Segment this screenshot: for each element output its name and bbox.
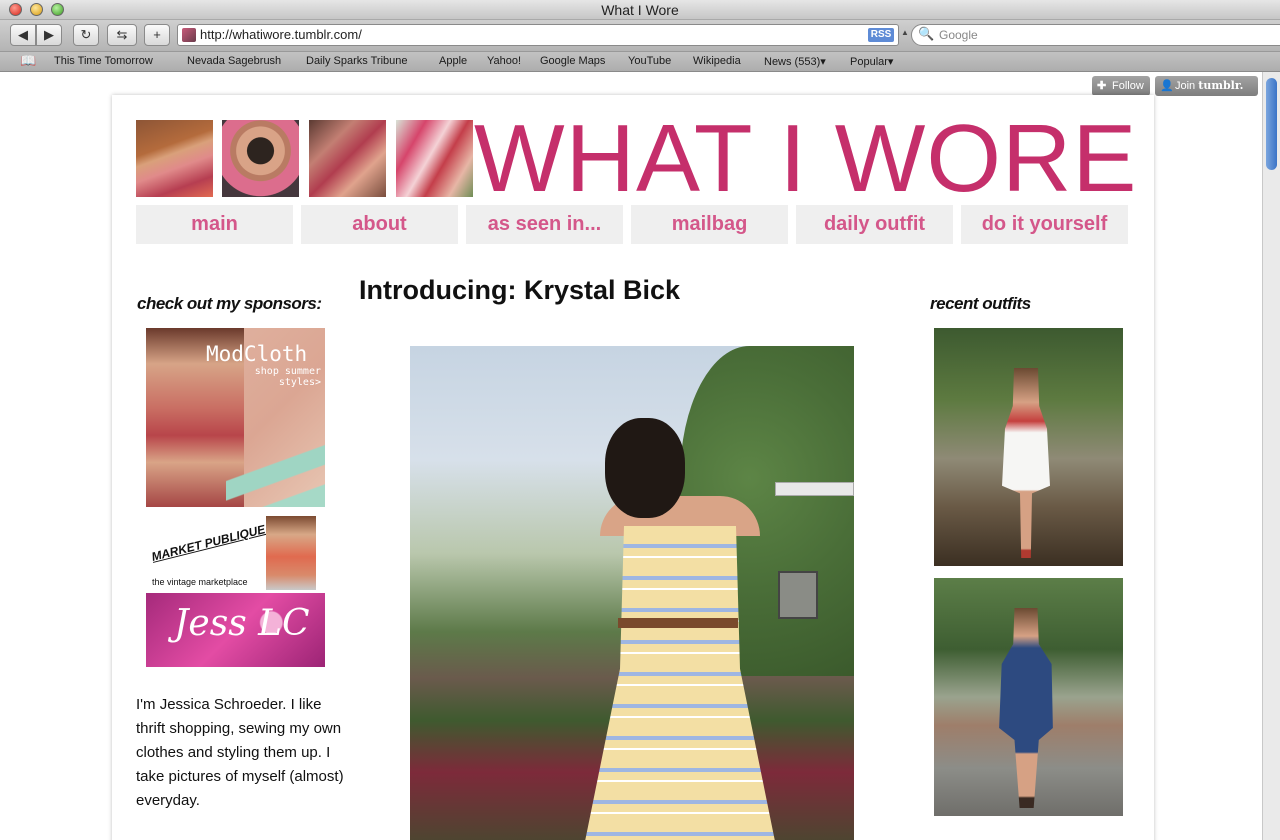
bookmarks-bar: 📖 This Time Tomorrow Nevada Sagebrush Da… [0, 52, 1280, 72]
market-publique-tagline: the vintage marketplace [152, 577, 248, 587]
recent-outfit-thumbnail[interactable] [934, 328, 1123, 566]
recent-outfit-thumbnail[interactable] [934, 578, 1123, 816]
snapback-icon: ⇆ [116, 27, 128, 42]
bookmark-popular[interactable]: Popular▾ [850, 55, 893, 68]
nav-daily-outfit[interactable]: daily outfit [796, 205, 953, 244]
modcloth-tagline: shop summer styles> [254, 366, 321, 388]
nav-about[interactable]: about [301, 205, 458, 244]
rss-button[interactable]: RSS [868, 28, 894, 42]
search-icon: 🔍 [918, 26, 935, 41]
bookmark-this-time-tomorrow[interactable]: This Time Tomorrow [54, 55, 153, 67]
join-label: Join [1175, 80, 1196, 92]
chevron-down-icon: ▾ [887, 56, 894, 68]
bookmark-apple[interactable]: Apple [439, 55, 467, 67]
tumblr-brand: tumblr. [1198, 79, 1244, 92]
add-bookmark-button[interactable]: + [144, 24, 170, 46]
forward-arrow-icon: ▶ [44, 27, 54, 42]
follow-label: Follow [1112, 80, 1144, 92]
photo-belt [618, 618, 738, 628]
bookmark-yahoo[interactable]: Yahoo! [487, 55, 521, 67]
recent-outfits-heading: recent outfits [930, 294, 1031, 313]
photo-model-head [605, 418, 685, 518]
snapback-button[interactable]: ⇆ [107, 24, 137, 46]
plus-icon: + [153, 27, 161, 42]
search-placeholder: Google [939, 28, 978, 42]
search-field[interactable]: 🔍 Google [911, 24, 1280, 46]
header-photo-sunglasses [222, 120, 299, 197]
forward-button[interactable]: ▶ [36, 24, 62, 46]
chevron-down-icon: ▾ [820, 56, 826, 68]
bookmark-news-label: News (553) [764, 56, 821, 68]
user-icon: 👤 [1160, 80, 1174, 92]
blog-page: WHAT I WORE main about as seen in... mai… [112, 95, 1154, 840]
nav-mailbag[interactable]: mailbag [631, 205, 788, 244]
modcloth-ray-decoration [226, 428, 325, 507]
bookmark-youtube[interactable]: YouTube [628, 55, 671, 67]
jess-lc-ad[interactable]: Jess LC [146, 593, 325, 667]
market-publique-ad[interactable]: MARKET PUBLIQUE the vintage marketplace [146, 516, 325, 590]
site-favicon-icon [182, 28, 196, 42]
bookmark-popular-label: Popular [850, 56, 888, 68]
modcloth-brand: ModCloth [206, 342, 308, 366]
url-text[interactable]: http://whatiwore.tumblr.com/ [200, 27, 362, 42]
outfit-figure-white-dress [1002, 368, 1050, 558]
web-content: ✚ Follow 👤 Join tumblr. WHAT I WORE main… [0, 72, 1262, 840]
author-bio: I'm Jessica Schroeder. I like thrift sho… [136, 696, 344, 809]
jess-lc-brand: Jess LC [174, 603, 310, 644]
photo-lantern [778, 571, 818, 619]
reload-button[interactable]: ↻ [73, 24, 99, 46]
bookmark-daily-sparks-tribune[interactable]: Daily Sparks Tribune [306, 55, 408, 67]
browser-toolbar: ◀ ▶ ↻ ⇆ + http://whatiwore.tumblr.com/ R… [0, 20, 1280, 52]
post-photo[interactable] [410, 346, 854, 840]
address-bar[interactable]: http://whatiwore.tumblr.com/ RSS [177, 24, 899, 46]
post-title[interactable]: Introducing: Krystal Bick [359, 275, 680, 306]
scrollbar-thumb[interactable] [1266, 78, 1277, 170]
bookmark-wikipedia[interactable]: Wikipedia [693, 55, 741, 67]
plus-icon: ✚ [1097, 80, 1107, 92]
header-photo-scarf [309, 120, 386, 197]
nav-as-seen-in[interactable]: as seen in... [466, 205, 623, 244]
nav-main[interactable]: main [136, 205, 293, 244]
bookmarks-book-icon[interactable]: 📖 [20, 53, 36, 69]
bookmark-google-maps[interactable]: Google Maps [540, 55, 605, 67]
address-dropdown-icon[interactable]: ▲ [901, 28, 909, 37]
sponsors-heading: check out my sponsors: [137, 294, 322, 313]
vertical-scrollbar[interactable] [1262, 72, 1280, 840]
header-photo-belt [136, 120, 213, 197]
market-publique-brand: MARKET PUBLIQUE [150, 522, 267, 564]
photo-lamp-pole [775, 482, 854, 496]
bookmark-news[interactable]: News (553)▾ [764, 55, 826, 68]
market-publique-model-image [266, 516, 316, 590]
modcloth-ad[interactable]: ModCloth shop summer styles> [146, 328, 325, 507]
back-arrow-icon: ◀ [18, 27, 28, 42]
window-title: What I Wore [601, 2, 679, 18]
nav-do-it-yourself[interactable]: do it yourself [961, 205, 1128, 244]
tumblr-join-button[interactable]: 👤 Join tumblr. [1155, 76, 1258, 96]
site-logo[interactable]: WHAT I WORE [474, 111, 1137, 207]
bookmark-nevada-sagebrush[interactable]: Nevada Sagebrush [187, 55, 281, 67]
reload-icon: ↻ [80, 27, 92, 42]
outfit-figure-denim-dress [999, 608, 1053, 808]
header-photo-floral [396, 120, 473, 197]
back-button[interactable]: ◀ [10, 24, 36, 46]
tumblr-follow-button[interactable]: ✚ Follow [1092, 76, 1150, 96]
window-titlebar: What I Wore [0, 0, 1280, 20]
